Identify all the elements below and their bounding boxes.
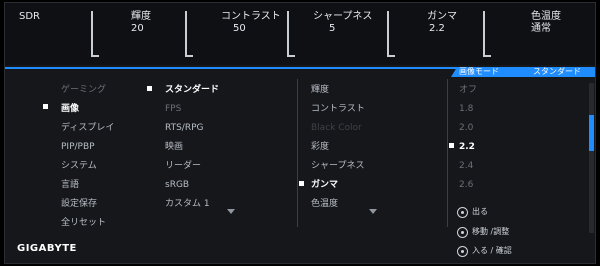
help-move-adjust: 移動 /調整 xyxy=(472,227,510,236)
menu-item-language[interactable]: 言語 xyxy=(61,178,79,192)
joystick-icon xyxy=(457,227,468,238)
picture-mode-fps[interactable]: FPS xyxy=(165,102,181,116)
picture-mode-bar: 画像モード スタンダード xyxy=(5,67,595,77)
gamma-off[interactable]: オフ xyxy=(459,83,477,97)
status-separator xyxy=(387,11,395,57)
setting-color-temp[interactable]: 色温度 xyxy=(311,197,338,211)
status-separator xyxy=(483,11,491,57)
setting-brightness[interactable]: 輝度 xyxy=(311,83,329,97)
setting-saturation[interactable]: 彩度 xyxy=(311,140,329,154)
picture-mode-selection-bullet xyxy=(147,86,152,91)
picture-mode-tab: 画像モード スタンダード xyxy=(451,67,595,77)
status-sharpness-label: シャープネス xyxy=(313,11,373,22)
gamma-2-4[interactable]: 2.4 xyxy=(459,159,473,173)
picture-mode-standard[interactable]: スタンダード xyxy=(165,83,219,97)
status-separator xyxy=(185,11,193,57)
menu-item-system[interactable]: システム xyxy=(61,159,97,173)
menu-item-reset-all[interactable]: 全リセット xyxy=(61,216,106,230)
column-divider xyxy=(447,79,448,227)
status-color-temp-value: 通常 xyxy=(531,23,551,34)
menu-item-save-settings[interactable]: 設定保存 xyxy=(61,197,97,211)
status-color-temp: 色温度 通常 xyxy=(489,11,600,57)
setting-selection-bullet xyxy=(299,181,304,186)
chevron-down-icon[interactable] xyxy=(227,209,235,214)
gamma-selection-bullet xyxy=(449,143,454,148)
picture-mode-rts-rpg[interactable]: RTS/RPG xyxy=(165,121,204,135)
menu-item-display[interactable]: ディスプレイ xyxy=(61,121,114,135)
picture-mode-custom-1[interactable]: カスタム 1 xyxy=(165,197,210,211)
column-divider xyxy=(297,79,298,227)
gamma-2-0[interactable]: 2.0 xyxy=(459,121,473,135)
picture-mode-movie[interactable]: 映画 xyxy=(165,140,183,154)
setting-gamma[interactable]: ガンマ xyxy=(311,178,338,192)
status-separator xyxy=(91,11,99,57)
gamma-1-8[interactable]: 1.8 xyxy=(459,102,473,116)
picture-mode-value: スタンダード xyxy=(533,67,581,76)
help-enter-confirm: 入る / 確認 xyxy=(472,246,512,255)
osd-window: SDR 輝度 20 コントラスト 50 シャープネス 5 ガンマ 2.2 色温度… xyxy=(4,2,596,264)
status-mode: SDR xyxy=(19,11,59,57)
help-exit: 出る xyxy=(472,207,488,216)
joystick-icon xyxy=(457,207,468,218)
setting-contrast[interactable]: コントラスト xyxy=(311,102,365,116)
gamma-2-2[interactable]: 2.2 xyxy=(459,140,475,154)
menu-item-pip-pbp[interactable]: PIP/PBP xyxy=(61,140,95,154)
gamma-2-6[interactable]: 2.6 xyxy=(459,178,473,192)
setting-black-color: Black Color xyxy=(311,123,362,133)
joystick-icon xyxy=(457,246,468,257)
status-mode-label: SDR xyxy=(19,11,40,22)
menu-selection-bullet xyxy=(43,104,48,109)
status-bar: SDR 輝度 20 コントラスト 50 シャープネス 5 ガンマ 2.2 色温度… xyxy=(5,3,595,65)
picture-mode-reader[interactable]: リーダー xyxy=(165,159,201,173)
menu-item-gaming[interactable]: ゲーミング xyxy=(61,83,106,97)
scrollbar-track[interactable] xyxy=(589,83,594,233)
status-separator xyxy=(287,11,295,57)
setting-sharpness[interactable]: シャープネス xyxy=(311,159,364,173)
picture-mode-label: 画像モード xyxy=(459,67,499,76)
picture-mode-srgb[interactable]: sRGB xyxy=(165,178,189,192)
status-sharpness-value: 5 xyxy=(329,23,336,34)
chevron-down-icon[interactable] xyxy=(369,209,377,214)
status-color-temp-label: 色温度 xyxy=(531,11,561,22)
gigabyte-logo: GIGABYTE xyxy=(17,243,77,254)
menu-item-picture[interactable]: 画像 xyxy=(61,102,79,116)
scrollbar-thumb[interactable] xyxy=(589,115,594,151)
